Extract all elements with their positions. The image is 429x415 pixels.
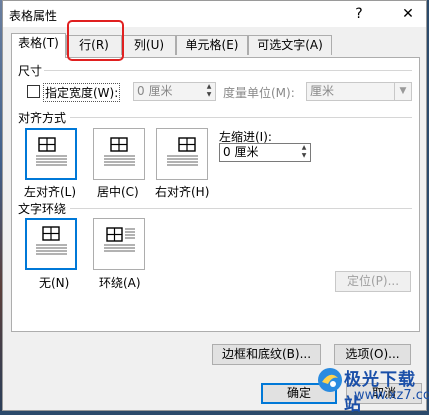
spin-down-icon: ▼ [301,152,307,159]
indent-spinner[interactable]: ▲ ▼ [298,144,310,161]
align-right-label: 右对齐(H) [155,185,210,199]
align-left-option[interactable] [25,128,77,180]
specify-width-label: 指定宽度(W): [43,83,121,102]
align-center-label: 居中(C) [97,185,139,199]
specify-width-checkbox[interactable] [27,85,40,98]
wrap-none-label: 无(N) [39,276,70,290]
wrap-none-option[interactable] [25,218,77,270]
indent-input[interactable]: 0 厘米 ▲ ▼ [219,143,311,162]
wrap-around-label: 环绕(A) [99,276,141,290]
spin-down-icon: ▼ [206,91,212,98]
spin-up-icon: ▲ [206,83,212,90]
position-button[interactable]: 定位(P)... [335,271,411,292]
unit-select[interactable]: 厘米 ▼ [306,82,412,101]
row-tab-highlight [67,20,124,61]
wrap-section-label: 文字环绕 [18,202,67,216]
table-tab-panel: 尺寸 指定宽度(W): 0 厘米 ▲▼ 度量单位(M): 厘米 ▼ 对齐方式 [11,57,420,332]
help-button[interactable]: ? [348,4,370,24]
wrap-none-icon [36,226,67,255]
size-section-label: 尺寸 [18,64,43,78]
wrap-around-option[interactable] [93,218,145,270]
indent-input-value: 0 厘米 [223,145,259,159]
unit-select-value: 厘米 [310,84,335,98]
watermark-logo-icon [318,368,342,392]
alignment-separator [70,117,412,118]
options-button[interactable]: 选项(O)... [334,344,411,365]
spin-up-icon: ▲ [301,144,307,151]
align-left-label: 左对齐(L) [24,185,77,199]
watermark-url: www.xz7.com [354,388,429,403]
width-spinner[interactable]: ▲ ▼ [203,83,215,100]
align-center-icon [104,137,135,166]
align-left-icon [36,137,67,166]
dialog-title: 表格属性 [9,9,58,23]
align-right-option[interactable] [156,128,208,180]
tab-alt-text[interactable]: 可选文字(A) [248,35,332,55]
close-button[interactable]: ✕ [397,4,419,24]
tab-column[interactable]: 列(U) [122,35,176,55]
alignment-section-label: 对齐方式 [18,111,67,125]
tab-table[interactable]: 表格(T) [11,33,66,58]
tab-cell[interactable]: 单元格(E) [176,35,248,55]
borders-shading-button[interactable]: 边框和底纹(B)... [212,344,321,365]
width-input[interactable]: 0 厘米 ▲ ▼ [133,82,216,101]
wrap-around-icon [104,227,135,252]
align-center-option[interactable] [93,128,145,180]
align-right-icon [167,137,198,166]
table-properties-dialog: 表格属性 ? ✕ 表格(T) 行(R) 列(U) 单元格(E) 可选文字(A) … [2,0,429,415]
chevron-down-icon: ▼ [394,83,411,100]
size-separator [44,70,412,71]
watermark: 极光下载站 www.xz7.com [316,364,429,415]
unit-label: 度量单位(M): [223,86,295,100]
width-input-value: 0 厘米 [137,84,173,98]
wrap-separator [70,208,412,209]
